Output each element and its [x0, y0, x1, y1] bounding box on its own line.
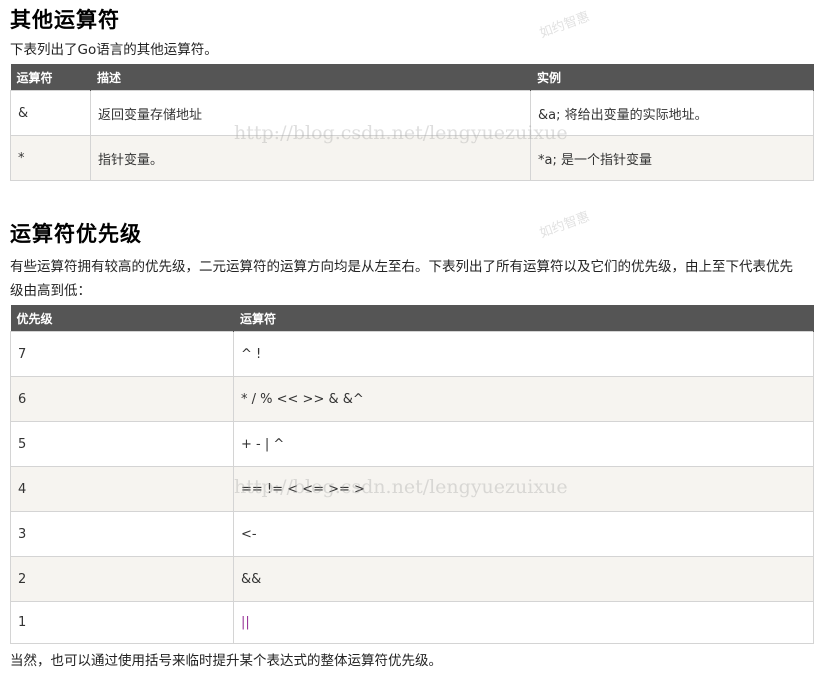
footer-text: 当然，也可以通过使用括号来临时提升某个表达式的整体运算符优先级。 — [10, 653, 442, 669]
table-cell: 7 — [10, 331, 234, 377]
table-row: * 指针变量。 *a; 是一个指针变量 — [10, 135, 814, 181]
table-cell: 2 — [10, 556, 234, 602]
table-cell: 3 — [10, 511, 234, 557]
stamp-watermark: 如约智惠 — [537, 9, 592, 42]
column-header: 描述 — [90, 64, 531, 91]
table-cell: 4 — [10, 466, 234, 512]
stamp-watermark: 如约智惠 — [537, 209, 592, 242]
column-header: 运算符 — [233, 305, 814, 332]
table-row: 6 * / % << >> & &^ — [10, 376, 814, 422]
table-row: 1 || — [10, 601, 814, 644]
table-cell: && — [233, 556, 814, 602]
table-cell: 6 — [10, 376, 234, 422]
table-cell: <- — [233, 511, 814, 557]
table-cell: &a; 将给出变量的实际地址。 — [530, 90, 814, 136]
section-intro: 下表列出了Go语言的其他运算符。 — [10, 42, 218, 58]
table-cell: == != < <= >= > — [233, 466, 814, 512]
table-cell: * — [10, 135, 91, 181]
table-cell: & — [10, 90, 91, 136]
table-cell: 返回变量存储地址 — [90, 90, 531, 136]
table-row: 5 + - | ^ — [10, 421, 814, 467]
table-cell: 5 — [10, 421, 234, 467]
table-cell: + - | ^ — [233, 421, 814, 467]
other-operators-table: 运算符 描述 实例 & 返回变量存储地址 &a; 将给出变量的实际地址。 * 指… — [10, 64, 814, 181]
section-title-operator-precedence: 运算符优先级 — [10, 222, 142, 246]
table-cell: *a; 是一个指针变量 — [530, 135, 814, 181]
table-cell: || — [233, 601, 814, 644]
section-title-other-operators: 其他运算符 — [10, 8, 120, 32]
section-intro-line2: 级由高到低： — [10, 283, 91, 299]
precedence-table: 优先级 运算符 7 ^ ! 6 * / % << >> & &^ 5 + - |… — [10, 305, 814, 644]
table-row: 7 ^ ! — [10, 331, 814, 377]
table-row: 2 && — [10, 556, 814, 602]
table-row: 4 == != < <= >= > — [10, 466, 814, 512]
table-cell: * / % << >> & &^ — [233, 376, 814, 422]
column-header: 优先级 — [10, 305, 234, 332]
section-intro-line1: 有些运算符拥有较高的优先级，二元运算符的运算方向均是从左至右。下表列出了所有运算… — [10, 259, 793, 275]
column-header: 运算符 — [10, 64, 91, 91]
column-header: 实例 — [530, 64, 814, 91]
table-cell: 指针变量。 — [90, 135, 531, 181]
table-row: & 返回变量存储地址 &a; 将给出变量的实际地址。 — [10, 90, 814, 136]
table-row: 3 <- — [10, 511, 814, 557]
table-header-row: 运算符 描述 实例 — [10, 64, 814, 91]
table-cell: 1 — [10, 601, 234, 644]
table-header-row: 优先级 运算符 — [10, 305, 814, 332]
table-cell: ^ ! — [233, 331, 814, 377]
